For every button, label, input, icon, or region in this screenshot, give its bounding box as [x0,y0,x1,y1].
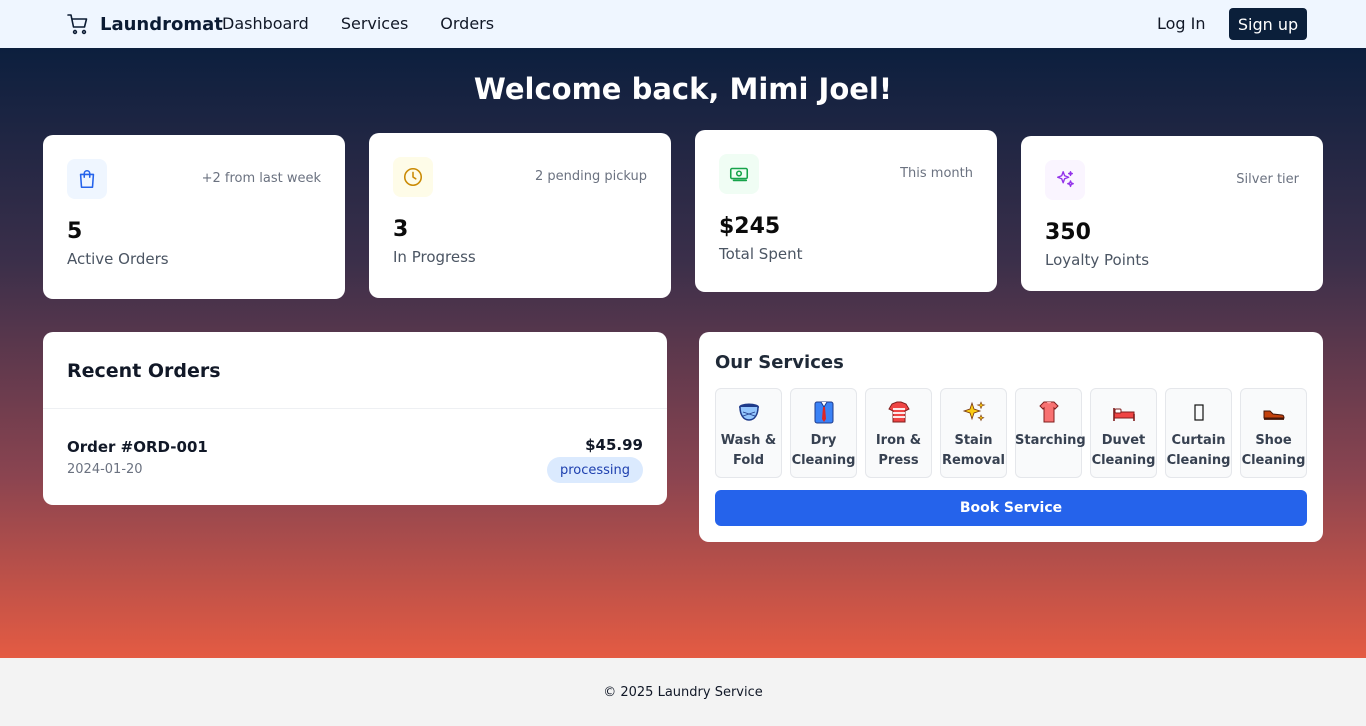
stat-value: 350 [1045,220,1091,245]
navbar: Laundromat Dashboard Services Orders Log… [0,0,1366,48]
shirt-icon [886,399,912,425]
service-curtain-cleaning[interactable]: Curtain Cleaning [1165,388,1232,478]
stat-card-loyalty-points: Silver tier 350 Loyalty Points [1021,136,1323,291]
status-badge: processing [546,457,643,483]
services-title: Our Services [715,352,844,373]
recent-orders-card: Recent Orders Order #ORD-001 2024-01-20 … [43,332,667,505]
stat-note: This month [900,166,973,181]
stat-value: 5 [67,219,83,244]
services-grid: Wash & Fold Dry Cleaning Iron & Press St… [715,388,1307,478]
stat-value: $245 [719,214,781,239]
suit-icon [811,399,837,425]
shopping-cart-icon [66,12,90,36]
stat-label: Active Orders [67,250,169,268]
footer-copyright: © 2025 Laundry Service [603,684,763,700]
service-label: Wash & Fold [720,433,777,468]
stat-label: Total Spent [719,245,803,263]
stat-label: In Progress [393,248,476,266]
tshirt-icon [1036,399,1062,425]
book-service-button[interactable]: Book Service [715,490,1307,526]
service-label: Starching [1015,433,1086,448]
footer: © 2025 Laundry Service [0,658,1366,726]
curtain-icon [1186,399,1212,425]
order-id: Order #ORD-001 [67,438,208,456]
brand-name: Laundromat [100,13,223,35]
clock-icon [393,157,433,197]
nav-links: Dashboard Services Orders [222,14,494,33]
order-amount: $45.99 [585,436,643,454]
recent-orders-title: Recent Orders [67,360,221,382]
service-stain-removal[interactable]: Stain Removal [940,388,1007,478]
shoe-icon [1261,399,1287,425]
bed-icon [1111,399,1137,425]
service-wash-fold[interactable]: Wash & Fold [715,388,782,478]
nav-link-dashboard[interactable]: Dashboard [222,14,309,33]
stat-label: Loyalty Points [1045,251,1150,269]
sparkle-icon [961,399,987,425]
service-iron-press[interactable]: Iron & Press [865,388,932,478]
signup-button[interactable]: Sign up [1229,8,1307,40]
order-date: 2024-01-20 [67,462,143,477]
stat-note: +2 from last week [201,171,321,186]
sparkles-icon [1045,160,1085,200]
service-label: Curtain Cleaning [1166,433,1231,468]
service-duvet-cleaning[interactable]: Duvet Cleaning [1090,388,1157,478]
stat-note: Silver tier [1236,172,1299,187]
stat-note: 2 pending pickup [534,169,647,184]
washer-icon [736,399,762,425]
welcome-heading: Welcome back, Mimi Joel! [473,72,893,106]
banknote-icon [719,154,759,194]
service-dry-cleaning[interactable]: Dry Cleaning [790,388,857,478]
shopping-bag-icon [67,159,107,199]
service-shoe-cleaning[interactable]: Shoe Cleaning [1240,388,1307,478]
service-label: Stain Removal [941,433,1005,468]
service-starching[interactable]: Starching [1015,388,1086,478]
login-link[interactable]: Log In [1157,14,1206,33]
stat-value: 3 [393,217,409,242]
brand[interactable]: Laundromat [66,12,223,36]
service-label: Shoe Cleaning [1241,433,1306,468]
service-label: Dry Cleaning [791,433,856,468]
stat-card-active-orders: +2 from last week 5 Active Orders [43,135,345,299]
service-label: Iron & Press [875,433,922,468]
stat-card-total-spent: This month $245 Total Spent [695,130,997,292]
stat-card-in-progress: 2 pending pickup 3 In Progress [369,133,671,298]
nav-link-services[interactable]: Services [341,14,408,33]
nav-link-orders[interactable]: Orders [440,14,494,33]
divider [43,408,667,409]
services-card: Our Services Wash & Fold Dry Cleaning Ir… [699,332,1323,542]
service-label: Duvet Cleaning [1091,433,1156,468]
